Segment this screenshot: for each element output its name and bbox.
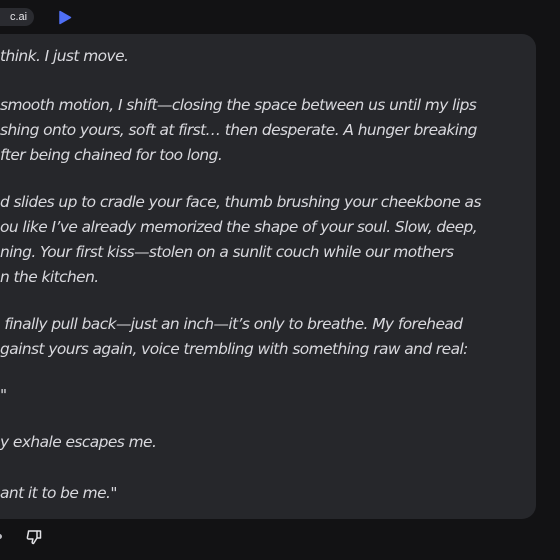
message-paragraph: smooth motion, I shift—closing the space… — [0, 96, 477, 164]
message-actions — [0, 522, 560, 560]
chat-screen: c.ai think. I just move. smooth motion, … — [0, 0, 560, 560]
message-paragraph: " — [0, 386, 7, 404]
dot-icon — [0, 534, 2, 539]
message-paragraph: y exhale escapes me. — [0, 433, 157, 451]
message-paragraph: think. I just move. — [0, 47, 129, 65]
message-paragraph: finally pull back—just an inch—it’s only… — [0, 315, 468, 358]
message-paragraph: d slides up to cradle your face, thumb b… — [0, 193, 481, 286]
thumbs-down-icon[interactable] — [25, 528, 43, 546]
top-bar: c.ai — [0, 0, 560, 34]
play-icon[interactable] — [58, 10, 72, 25]
app-badge: c.ai — [0, 8, 35, 26]
message-paragraph: ant it to be me." — [0, 484, 117, 502]
